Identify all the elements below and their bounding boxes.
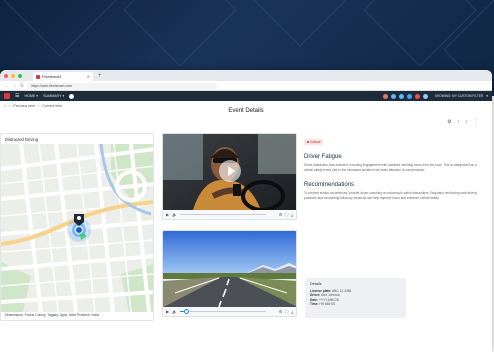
add-icon[interactable] [69,93,75,99]
map-card: Distracted Driving Dharmapuri, Forest Co… [0,133,154,321]
details-card: Details License plate: ABC-12-3456 Drive… [305,278,406,318]
previous-event-icon[interactable]: ‹ [458,119,460,125]
road-video-image [163,231,296,307]
settings-icon[interactable]: ⚙ [279,212,283,217]
menu-icon[interactable]: ☰ [15,93,19,99]
event-info-panel: Critical Driver Fatigue Driver distracti… [304,130,482,200]
driver-value: Alex Johnson [321,293,341,298]
driver-label: Driver: [310,293,321,298]
maximize-window-dot[interactable] [18,73,22,78]
event-actions: ⚙ ‹ › ⋮ [447,119,478,125]
bg-pattern-tile [243,0,357,47]
chevron-down-icon: ▾ [36,94,39,98]
download-icon[interactable]: ⤓ [291,309,293,314]
date-value: YYYY-MM-DD [318,297,340,302]
notification-icon[interactable] [390,93,396,99]
next-event-icon[interactable]: › [465,119,467,125]
road-video-seekbar[interactable] [180,308,267,314]
browser-window: Fleetsmart ✕ + ← → ↻ https://web.fleetsm… [0,70,492,352]
close-window-dot[interactable] [4,73,8,78]
map-address: Dharmapuri, Forest Colony, Tajganj, Agra… [5,313,99,317]
download-icon[interactable]: ⤓ [291,212,293,217]
event-title: Driver Fatigue [304,154,342,160]
driver-video-player: ▶ 🔈 ⚙ ⛶ ⤓ [162,133,297,220]
bg-pattern-tile [3,0,117,57]
play-button[interactable] [219,160,241,182]
fullscreen-icon[interactable]: ⛶ [285,309,288,314]
back-icon[interactable]: ← [4,83,9,89]
map-graphic [1,144,153,312]
driver-video-controls: ▶ 🔈 ⚙ ⛶ ⤓ [163,210,296,219]
severity-label: Critical [310,140,321,144]
settings-icon[interactable]: ⚙ [279,309,283,314]
user-avatar-icon[interactable] [382,93,388,99]
help-icon[interactable] [406,93,412,99]
severity-dot-icon [307,141,309,144]
recommendations-text: To prevent similar occurrences, provide … [304,191,477,200]
license-value: ABC-12-3456 [331,289,352,293]
forward-icon[interactable]: → [12,83,17,89]
new-tab-icon[interactable]: + [98,73,102,79]
browser-url-bar: ← → ↻ https://web.fleetsmart.com [0,81,492,91]
settings-icon[interactable]: ⚙ [447,119,451,125]
play-icon[interactable]: ▶ [166,309,169,314]
driver-video-seekbar[interactable] [180,213,267,216]
nav-home[interactable]: HOME ▾ [24,94,38,98]
favicon-icon [36,74,40,79]
nav-summary-label: SUMMARY [43,94,62,98]
play-icon [227,166,235,176]
page-title: Event Details [228,108,264,114]
details-time: Time: HH:MM:SS [310,302,401,306]
filter-selector[interactable]: SHOWING: MY CUSTOM FILTER [435,94,483,98]
browser-tab-bar: Fleetsmart ✕ + [0,70,492,81]
nav-home-label: HOME [24,94,36,98]
close-tab-icon[interactable]: ✕ [87,74,90,79]
details-title: Details [310,282,322,286]
recommendations-title: Recommendations [304,182,355,189]
minimize-window-dot[interactable] [11,73,15,78]
map-card-title: Distracted Driving [5,137,39,142]
date-label: Date: [310,297,318,302]
address-input[interactable]: https://web.fleetsmart.com [27,82,218,89]
fullscreen-icon[interactable]: ⛶ [285,212,288,217]
time-label: Time: [310,302,319,307]
bg-pattern-tile [123,0,237,67]
road-video-player: ▶ 🔈 ⚙ ⛶ ⤓ [162,230,297,317]
chevron-down-icon: ▾ [62,94,65,98]
volume-icon[interactable]: 🔈 [172,309,177,314]
severity-badge: Critical [304,139,324,145]
event-map[interactable] [1,144,153,312]
road-video-frame[interactable] [163,231,296,307]
road-video-controls: ▶ 🔈 ⚙ ⛶ ⤓ [163,307,296,316]
event-description: Driver distraction was detected, includi… [304,163,477,172]
more-options-icon[interactable]: ⋮ [473,119,478,125]
messages-icon[interactable] [398,93,404,99]
volume-icon[interactable]: 🔈 [172,212,177,217]
app-nav-bar: ☰ HOME ▾ SUMMARY ▾ SHOWING: MY CUSTOM FILT… [0,91,492,101]
app-logo [4,93,10,99]
time-value: HH:MM:SS [319,302,336,307]
license-label: License plate: [310,289,332,293]
browser-tab[interactable]: Fleetsmart ✕ [33,72,93,81]
settings-icon[interactable] [422,93,428,99]
seek-handle[interactable] [184,308,190,314]
nav-summary[interactable]: SUMMARY ▾ [43,94,64,98]
play-icon[interactable]: ▶ [166,212,169,217]
chevron-down-icon[interactable]: ▾ [486,94,488,98]
reload-icon[interactable]: ↻ [20,83,24,89]
alerts-icon[interactable] [414,93,420,99]
app-nav-right: SHOWING: MY CUSTOM FILTER ▾ [382,93,488,99]
driver-video-frame[interactable] [163,134,296,210]
browser-tab-title: Fleetsmart [42,74,61,79]
